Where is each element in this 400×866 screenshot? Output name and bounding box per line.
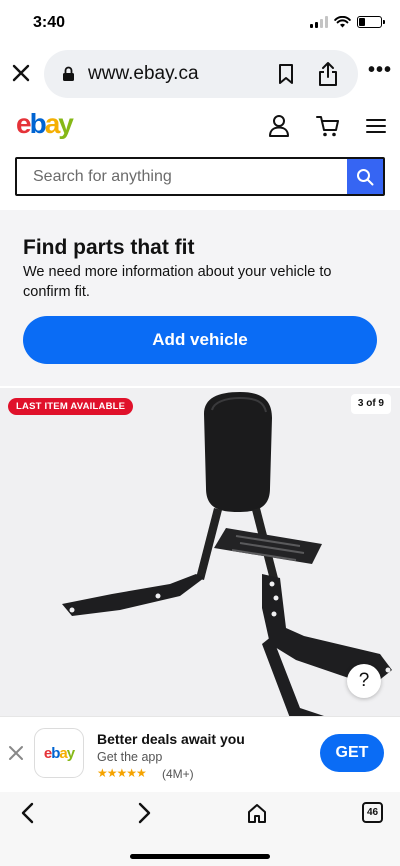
app-install-banner: ebay Better deals await you Get the app … xyxy=(0,716,400,792)
home-icon[interactable] xyxy=(246,802,268,824)
status-bar: 3:40 xyxy=(0,0,400,46)
battery-fill xyxy=(359,18,366,26)
product-image xyxy=(62,392,392,718)
close-banner-icon[interactable] xyxy=(8,745,24,761)
banner-subtitle: Get the app xyxy=(97,750,163,764)
find-parts-section: Find parts that fit We need more informa… xyxy=(0,210,400,386)
signal-icon xyxy=(310,16,328,28)
add-vehicle-button[interactable]: Add vehicle xyxy=(23,316,377,364)
home-indicator xyxy=(130,854,270,859)
ebay-logo[interactable]: ebay xyxy=(16,108,74,140)
site-header: ebay xyxy=(0,100,400,154)
url-text: www.ebay.ca xyxy=(88,63,199,84)
tabs-icon[interactable]: 46 xyxy=(362,802,383,823)
bookmark-icon[interactable] xyxy=(277,63,295,85)
menu-icon[interactable] xyxy=(366,118,386,134)
logo-letter-y: y xyxy=(58,108,74,139)
search-bar xyxy=(15,157,385,196)
share-icon[interactable] xyxy=(317,61,339,87)
wifi-icon xyxy=(334,16,351,28)
lock-icon xyxy=(63,66,74,81)
ebay-app-icon: ebay xyxy=(34,728,84,778)
battery-icon xyxy=(357,16,385,28)
parts-description: We need more information about your vehi… xyxy=(23,264,332,300)
product-image-gallery[interactable]: LAST ITEM AVAILABLE 3 of 9 ? xyxy=(0,388,400,718)
status-time: 3:40 xyxy=(33,14,66,31)
get-app-button[interactable]: GET xyxy=(320,734,384,772)
logo-letter-b: b xyxy=(51,744,60,762)
browser-navigation: 46 xyxy=(0,792,400,866)
logo-letter-b: b xyxy=(29,108,47,139)
close-icon[interactable] xyxy=(10,62,32,84)
account-icon[interactable] xyxy=(268,114,290,138)
logo-letter-a: a xyxy=(44,108,61,139)
parts-title: Find parts that fit xyxy=(23,236,195,259)
status-icons xyxy=(310,16,385,28)
rating-stars: ★★★★★ xyxy=(97,766,147,780)
logo-letter-e: e xyxy=(43,744,52,762)
browser-toolbar: www.ebay.ca ••• xyxy=(0,48,400,100)
image-counter: 3 of 9 xyxy=(350,394,391,414)
logo-letter-y: y xyxy=(66,744,75,762)
logo-letter-e: e xyxy=(16,108,32,139)
search-icon xyxy=(357,168,374,185)
help-button[interactable]: ? xyxy=(347,664,381,698)
logo-letter-a: a xyxy=(59,744,67,762)
cart-icon[interactable] xyxy=(316,114,340,138)
search-input[interactable] xyxy=(17,159,347,194)
more-icon[interactable]: ••• xyxy=(368,60,392,80)
last-item-badge: LAST ITEM AVAILABLE xyxy=(8,398,134,415)
banner-title: Better deals await you xyxy=(97,731,245,747)
rating-count: (4M+) xyxy=(162,767,194,781)
address-bar[interactable]: www.ebay.ca xyxy=(44,50,358,98)
search-button[interactable] xyxy=(347,159,383,194)
forward-icon[interactable] xyxy=(134,802,154,824)
back-icon[interactable] xyxy=(18,802,38,824)
